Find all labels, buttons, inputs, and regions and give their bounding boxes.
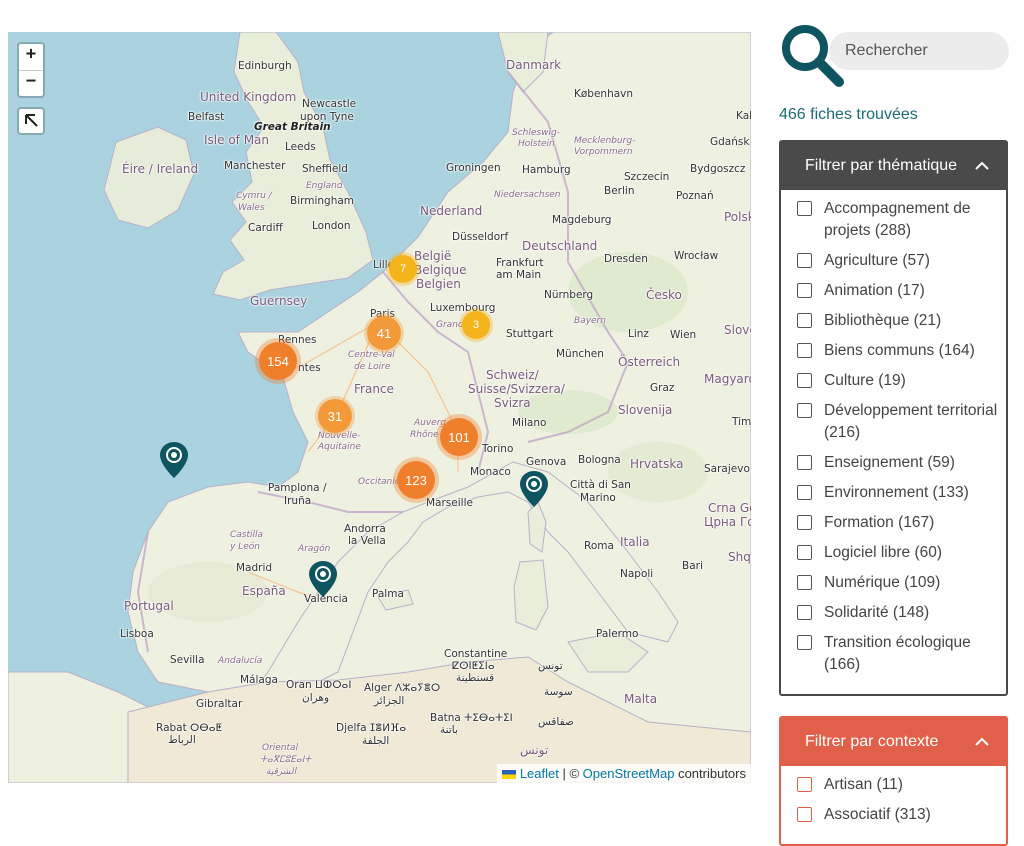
filter-option[interactable]: Développement territorial (216) bbox=[797, 400, 1006, 444]
filter-checkbox[interactable] bbox=[797, 807, 812, 822]
filter-checkbox[interactable] bbox=[797, 283, 812, 298]
map-cluster[interactable]: 154 bbox=[259, 342, 297, 380]
leaflet-link[interactable]: Leaflet bbox=[520, 766, 559, 781]
filter-option-label: Transition écologique (166) bbox=[824, 634, 971, 673]
map-attribution: Leaflet | © OpenStreetMap contributors bbox=[496, 764, 751, 783]
filter-option-label: Formation (167) bbox=[824, 514, 935, 531]
map-cluster[interactable]: 41 bbox=[367, 316, 401, 350]
filter-option[interactable]: Accompagnement de projets (288) bbox=[797, 198, 1006, 242]
map-cluster[interactable]: 101 bbox=[440, 418, 478, 456]
map-view[interactable]: Edinburgh United Kingdom Newcastle upon … bbox=[8, 32, 751, 783]
filter-option-label: Enseignement (59) bbox=[824, 454, 955, 471]
filter-option[interactable]: Numérique (109) bbox=[797, 572, 1006, 594]
sidebar: 466 fiches trouvées Filtrer par thématiq… bbox=[779, 22, 1009, 846]
zoom-out-button[interactable]: − bbox=[19, 70, 43, 96]
filter-panel-thematique: Filtrer par thématique Accompagnement de… bbox=[779, 140, 1008, 696]
map-pin-icon[interactable] bbox=[308, 560, 338, 598]
filter-checkbox[interactable] bbox=[797, 485, 812, 500]
chevron-up-icon bbox=[975, 161, 989, 170]
filter-option-label: Numérique (109) bbox=[824, 574, 941, 591]
filter-checkbox[interactable] bbox=[797, 777, 812, 792]
filter-option-label: Accompagnement de projets (288) bbox=[824, 200, 971, 239]
map-pin-icon[interactable] bbox=[159, 441, 189, 479]
attribution-contributors: contributors bbox=[674, 766, 746, 781]
filter-option[interactable]: Agriculture (57) bbox=[797, 250, 1006, 272]
map-cluster[interactable]: 3 bbox=[462, 311, 490, 339]
filter-option-label: Artisan (11) bbox=[824, 776, 903, 793]
filter-checkbox[interactable] bbox=[797, 313, 812, 328]
filter-panel-header[interactable]: Filtrer par thématique bbox=[781, 142, 1006, 190]
filter-panel-title: Filtrer par thématique bbox=[805, 157, 958, 174]
map-pin-icon[interactable] bbox=[519, 470, 549, 508]
filter-option-label: Biens communs (164) bbox=[824, 342, 975, 359]
search-icon[interactable] bbox=[779, 22, 845, 88]
filter-option[interactable]: Enseignement (59) bbox=[797, 452, 1006, 474]
filter-option[interactable]: Artisan (11) bbox=[797, 774, 1006, 796]
results-count: 466 fiches trouvées bbox=[779, 106, 918, 123]
filter-option-label: Associatif (313) bbox=[824, 806, 931, 823]
filter-checkbox[interactable] bbox=[797, 515, 812, 530]
filter-option[interactable]: Solidarité (148) bbox=[797, 602, 1006, 624]
zoom-in-button[interactable]: + bbox=[19, 44, 43, 70]
filter-checkbox[interactable] bbox=[797, 605, 812, 620]
filter-checkbox[interactable] bbox=[797, 545, 812, 560]
filter-checkbox[interactable] bbox=[797, 343, 812, 358]
filter-checkbox[interactable] bbox=[797, 201, 812, 216]
filter-option-label: Culture (19) bbox=[824, 372, 906, 389]
filter-checkbox[interactable] bbox=[797, 403, 812, 418]
filter-option-label: Animation (17) bbox=[824, 282, 925, 299]
filter-option[interactable]: Formation (167) bbox=[797, 512, 1006, 534]
attribution-separator: | © bbox=[558, 766, 583, 781]
osm-link[interactable]: OpenStreetMap bbox=[583, 766, 675, 781]
map-cluster[interactable]: 123 bbox=[397, 461, 435, 499]
filter-option-label: Logiciel libre (60) bbox=[824, 544, 943, 561]
filter-option[interactable]: Culture (19) bbox=[797, 370, 1006, 392]
zoom-control: + − bbox=[17, 42, 45, 98]
filter-option-label: Agriculture (57) bbox=[824, 252, 930, 269]
search-input[interactable] bbox=[829, 32, 1009, 70]
filter-panel-header[interactable]: Filtrer par contexte bbox=[781, 718, 1006, 766]
filter-panel-title: Filtrer par contexte bbox=[805, 733, 939, 750]
arrow-up-left-icon bbox=[25, 114, 38, 127]
filter-panel-contexte: Filtrer par contexte Artisan (11) Associa… bbox=[779, 716, 1008, 846]
filter-option[interactable]: Biens communs (164) bbox=[797, 340, 1006, 362]
filter-option-label: Solidarité (148) bbox=[824, 604, 930, 621]
filter-checkbox[interactable] bbox=[797, 575, 812, 590]
filter-checkbox[interactable] bbox=[797, 373, 812, 388]
map-cluster[interactable]: 31 bbox=[318, 399, 352, 433]
reset-view-button[interactable] bbox=[17, 107, 45, 135]
filter-option[interactable]: Associatif (313) bbox=[797, 804, 1006, 826]
filter-checkbox[interactable] bbox=[797, 253, 812, 268]
filter-options: Artisan (11) Associatif (313) bbox=[781, 766, 1006, 844]
search-bar bbox=[779, 22, 1009, 92]
filter-checkbox[interactable] bbox=[797, 635, 812, 650]
filter-option[interactable]: Animation (17) bbox=[797, 280, 1006, 302]
filter-option-label: Développement territorial (216) bbox=[824, 402, 998, 441]
filter-option[interactable]: Logiciel libre (60) bbox=[797, 542, 1006, 564]
map-cluster[interactable]: 7 bbox=[389, 255, 417, 283]
filter-option-label: Bibliothèque (21) bbox=[824, 312, 942, 329]
filter-option[interactable]: Environnement (133) bbox=[797, 482, 1006, 504]
filter-option[interactable]: Transition écologique (166) bbox=[797, 632, 1006, 676]
filter-option-label: Environnement (133) bbox=[824, 484, 969, 501]
filter-checkbox[interactable] bbox=[797, 455, 812, 470]
chevron-up-icon bbox=[975, 737, 989, 746]
map-tiles bbox=[8, 32, 751, 783]
ukraine-flag-icon bbox=[501, 770, 516, 779]
filter-options: Accompagnement de projets (288) Agricultu… bbox=[781, 190, 1006, 694]
filter-option[interactable]: Bibliothèque (21) bbox=[797, 310, 1006, 332]
